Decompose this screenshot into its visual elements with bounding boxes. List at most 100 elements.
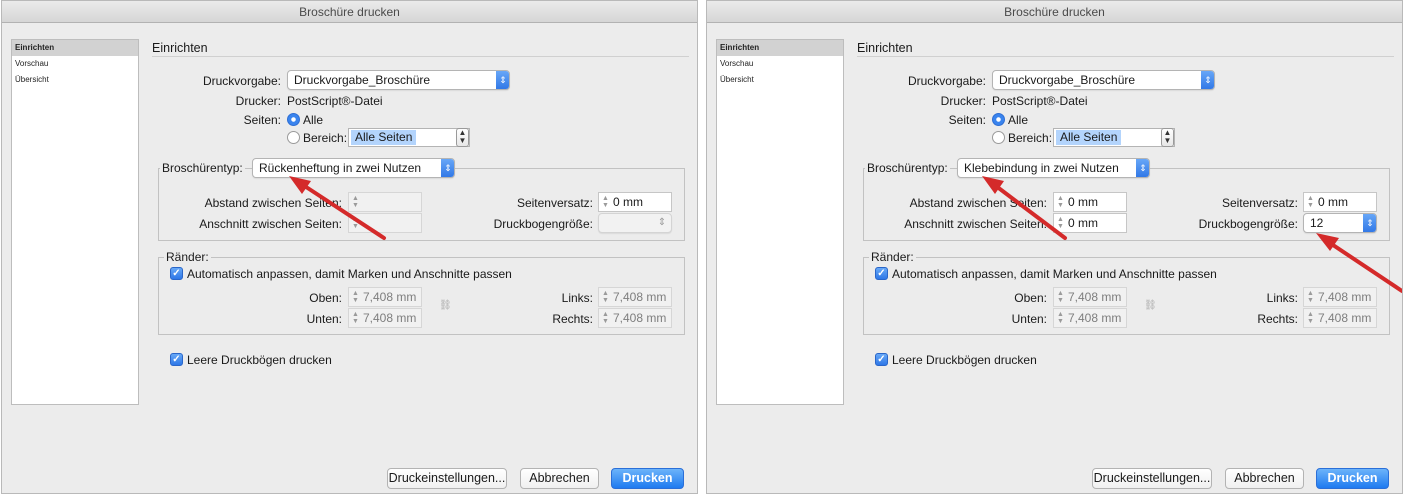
oben-value: 7,408 mm xyxy=(363,290,417,304)
druckvorgabe-label: Druckvorgabe: xyxy=(907,74,986,88)
bereich-field[interactable]: Alle Seiten ▲ ▼ xyxy=(348,128,470,147)
druckeinstellungen-button[interactable]: Druckeinstellungen... xyxy=(387,468,507,489)
auto-adjust-checkbox[interactable]: ✓ xyxy=(170,267,183,280)
radio-bereich-label: Bereich: xyxy=(1008,131,1053,145)
leere-druckboegen-checkbox[interactable]: ✓ xyxy=(875,353,888,366)
broschuerentyp-label: Broschürentyp: xyxy=(160,161,245,175)
chain-link-icon[interactable]: ⛓ xyxy=(439,299,452,313)
cancel-button[interactable]: Abbrechen xyxy=(520,468,599,489)
links-spinner[interactable]: ▲ ▼ 7,408 mm xyxy=(1303,287,1377,307)
rechts-value: 7,408 mm xyxy=(1318,311,1372,325)
dialog-title: Broschüre drucken xyxy=(2,1,697,23)
seitenversatz-spinner[interactable]: ▲ ▼ 0 mm xyxy=(598,192,672,212)
seiten-label: Seiten: xyxy=(948,113,986,127)
unten-spinner[interactable]: ▲ ▼ 7,408 mm xyxy=(1053,308,1127,328)
sidebar: Einrichten Vorschau Übersicht xyxy=(716,39,844,405)
radio-alle-label: Alle xyxy=(1008,113,1029,127)
stepper-icon: ▲ ▼ xyxy=(1307,311,1314,325)
oben-value: 7,408 mm xyxy=(1068,290,1122,304)
chevron-updown-icon: ⇕ xyxy=(657,217,667,228)
print-booklet-dialog-left: Broschüre drucken Einrichten Vorschau Üb… xyxy=(1,0,698,494)
drucker-label: Drucker: xyxy=(940,94,986,108)
druckvorgabe-value: Druckvorgabe_Broschüre xyxy=(999,73,1136,87)
print-button[interactable]: Drucken xyxy=(1316,468,1389,489)
stepper-icon[interactable]: ▲ ▼ xyxy=(1161,128,1174,147)
stepper-icon: ▲ ▼ xyxy=(352,195,359,209)
anschnitt-value: 0 mm xyxy=(1068,216,1098,230)
print-button[interactable]: Drucken xyxy=(611,468,684,489)
section-divider xyxy=(152,56,689,57)
druckbogen-label: Druckbogengröße: xyxy=(493,217,593,231)
sidebar-item-uebersicht[interactable]: Übersicht xyxy=(12,72,138,88)
stepper-icon: ▲ ▼ xyxy=(602,311,609,325)
links-value: 7,408 mm xyxy=(613,290,667,304)
links-label: Links: xyxy=(561,291,593,305)
chevron-updown-icon: ⇕ xyxy=(1201,71,1214,89)
oben-spinner[interactable]: ▲ ▼ 7,408 mm xyxy=(348,287,422,307)
druckeinstellungen-button[interactable]: Druckeinstellungen... xyxy=(1092,468,1212,489)
seitenversatz-spinner[interactable]: ▲ ▼ 0 mm xyxy=(1303,192,1377,212)
drucker-label: Drucker: xyxy=(235,94,281,108)
anschnitt-label: Anschnitt zwischen Seiten: xyxy=(904,217,1047,231)
abstand-value: 0 mm xyxy=(1068,195,1098,209)
chevron-updown-icon: ⇕ xyxy=(441,159,454,177)
oben-spinner[interactable]: ▲ ▼ 7,408 mm xyxy=(1053,287,1127,307)
druckbogen-label: Druckbogengröße: xyxy=(1198,217,1298,231)
print-booklet-dialog-right: Broschüre drucken Einrichten Vorschau Üb… xyxy=(706,0,1403,494)
seitenversatz-value: 0 mm xyxy=(613,195,643,209)
sidebar-item-vorschau[interactable]: Vorschau xyxy=(12,56,138,72)
abstand-spinner[interactable]: ▲ ▼ 0 mm xyxy=(1053,192,1127,212)
rechts-spinner[interactable]: ▲ ▼ 7,408 mm xyxy=(598,308,672,328)
oben-label: Oben: xyxy=(309,291,342,305)
auto-adjust-label: Automatisch anpassen, damit Marken und A… xyxy=(892,267,1217,281)
broschuerentyp-label: Broschürentyp: xyxy=(865,161,950,175)
cancel-button[interactable]: Abbrechen xyxy=(1225,468,1304,489)
links-label: Links: xyxy=(1266,291,1298,305)
druckbogen-popup[interactable]: ⇕ xyxy=(598,213,672,233)
seiten-label: Seiten: xyxy=(243,113,281,127)
sidebar-item-einrichten[interactable]: Einrichten xyxy=(12,40,138,56)
anschnitt-spinner[interactable]: ▲ ▼ xyxy=(348,213,422,233)
rechts-label: Rechts: xyxy=(552,312,593,326)
broschuerentyp-popup[interactable]: Rückenheftung in zwei Nutzen ⇕ xyxy=(252,158,455,178)
unten-value: 7,408 mm xyxy=(363,311,417,325)
radio-bereich[interactable] xyxy=(287,131,300,144)
druckbogen-popup[interactable]: 12 ⇕ xyxy=(1303,213,1377,233)
radio-alle-label: Alle xyxy=(303,113,324,127)
sidebar-item-einrichten[interactable]: Einrichten xyxy=(717,40,843,56)
broschuerentyp-popup[interactable]: Klebebindung in zwei Nutzen ⇕ xyxy=(957,158,1150,178)
stepper-icon: ▲ ▼ xyxy=(602,195,609,209)
drucker-value: PostScript®-Datei xyxy=(287,94,383,108)
unten-spinner[interactable]: ▲ ▼ 7,408 mm xyxy=(348,308,422,328)
raender-label: Ränder: xyxy=(869,250,916,264)
sidebar-item-vorschau[interactable]: Vorschau xyxy=(717,56,843,72)
stepper-icon: ▲ ▼ xyxy=(1057,311,1064,325)
abstand-label: Abstand zwischen Seiten: xyxy=(204,196,342,210)
broschuerentyp-value: Rückenheftung in zwei Nutzen xyxy=(259,161,422,175)
stepper-icon: ▲ ▼ xyxy=(1307,195,1314,209)
chevron-updown-icon: ⇕ xyxy=(1363,214,1376,232)
leere-druckboegen-checkbox[interactable]: ✓ xyxy=(170,353,183,366)
chevron-updown-icon: ⇕ xyxy=(1136,159,1149,177)
rechts-value: 7,408 mm xyxy=(613,311,667,325)
bereich-field[interactable]: Alle Seiten ▲ ▼ xyxy=(1053,128,1175,147)
radio-bereich[interactable] xyxy=(992,131,1005,144)
druckvorgabe-popup[interactable]: Druckvorgabe_Broschüre ⇕ xyxy=(992,70,1215,90)
seitenversatz-value: 0 mm xyxy=(1318,195,1348,209)
radio-alle[interactable] xyxy=(287,113,300,126)
stepper-icon: ▲ ▼ xyxy=(1307,290,1314,304)
anschnitt-spinner[interactable]: ▲ ▼ 0 mm xyxy=(1053,213,1127,233)
links-spinner[interactable]: ▲ ▼ 7,408 mm xyxy=(598,287,672,307)
abstand-spinner[interactable]: ▲ ▼ xyxy=(348,192,422,212)
chevron-updown-icon: ⇕ xyxy=(496,71,509,89)
auto-adjust-checkbox[interactable]: ✓ xyxy=(875,267,888,280)
stepper-icon: ▲ ▼ xyxy=(1057,216,1064,230)
stepper-icon: ▲ ▼ xyxy=(602,290,609,304)
chain-link-icon[interactable]: ⛓ xyxy=(1144,299,1157,313)
unten-label: Unten: xyxy=(1011,312,1047,326)
druckvorgabe-popup[interactable]: Druckvorgabe_Broschüre ⇕ xyxy=(287,70,510,90)
radio-alle[interactable] xyxy=(992,113,1005,126)
rechts-spinner[interactable]: ▲ ▼ 7,408 mm xyxy=(1303,308,1377,328)
stepper-icon[interactable]: ▲ ▼ xyxy=(456,128,469,147)
sidebar-item-uebersicht[interactable]: Übersicht xyxy=(717,72,843,88)
